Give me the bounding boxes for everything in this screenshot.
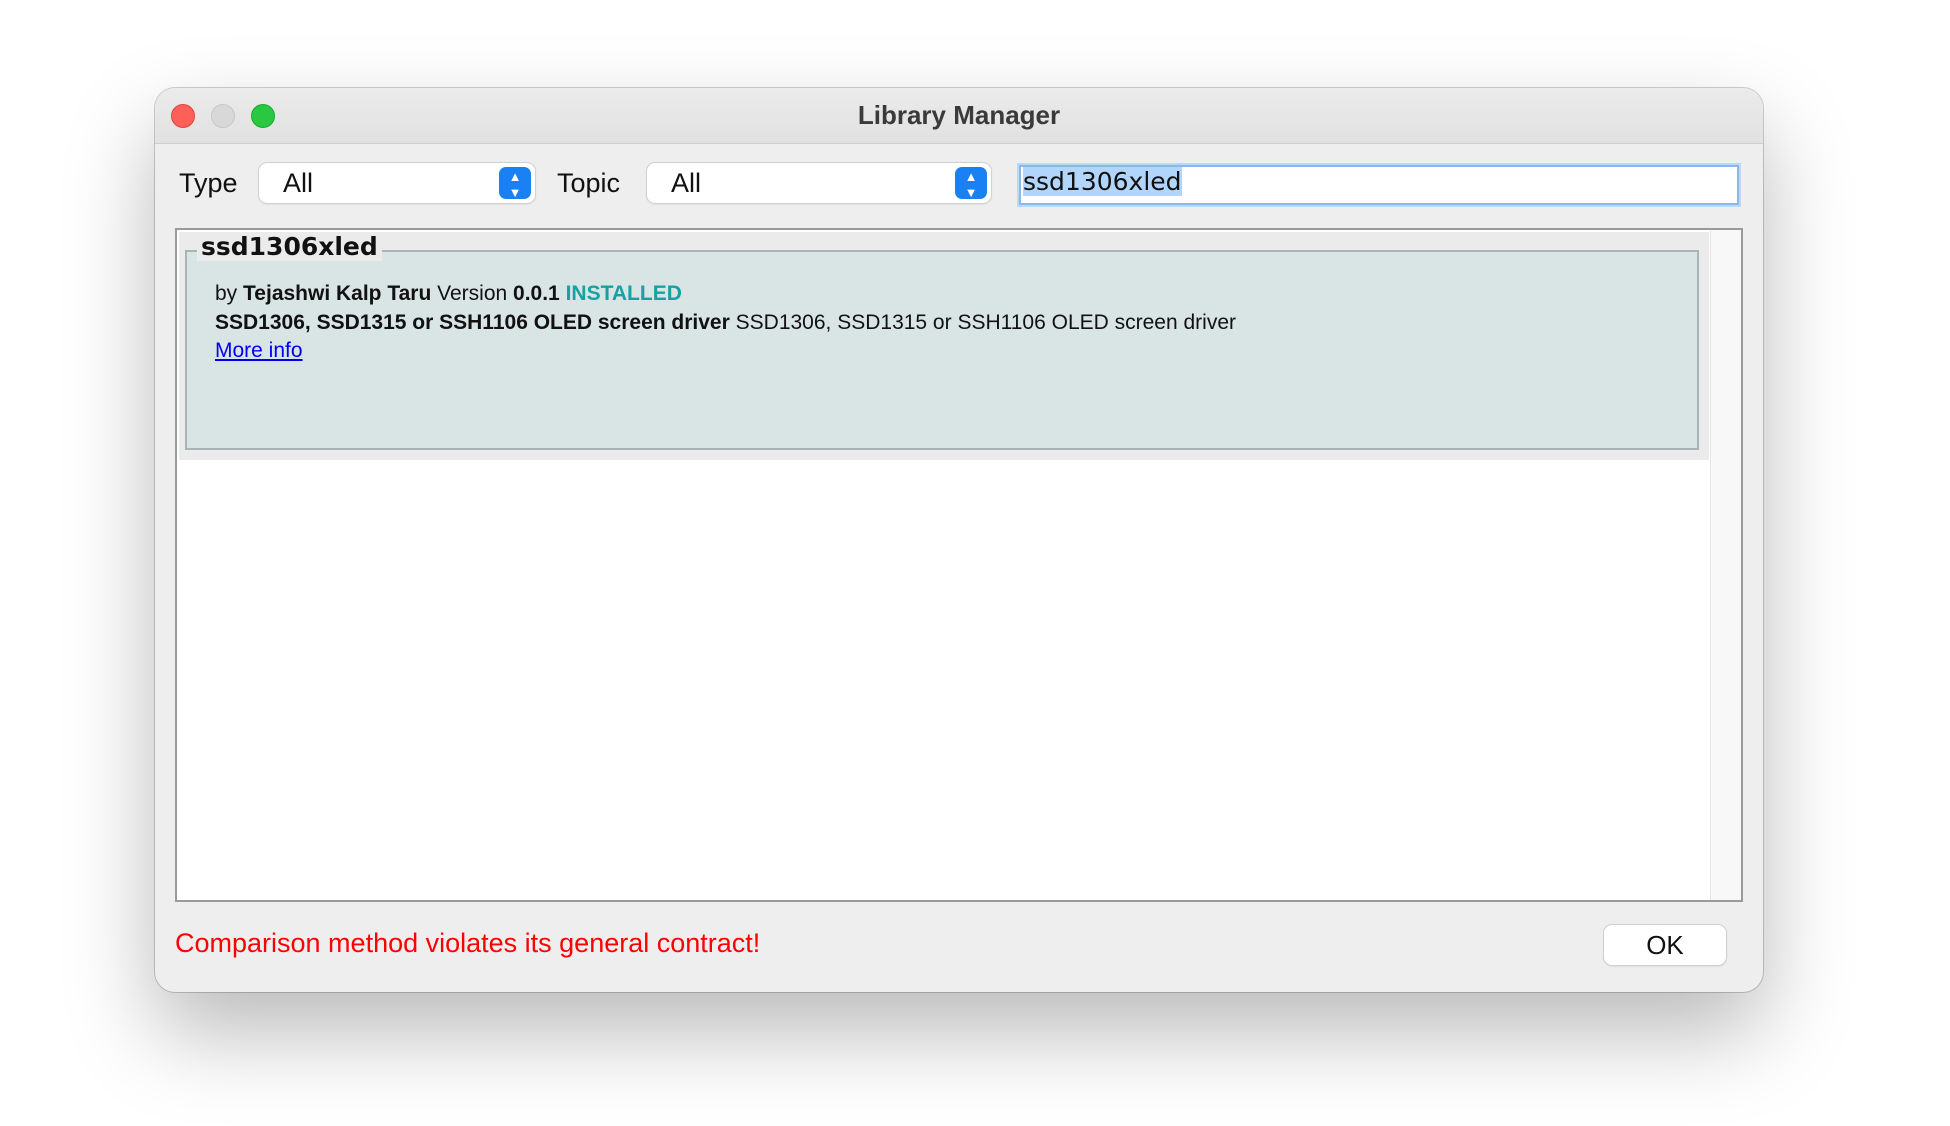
- more-info-link[interactable]: More info: [215, 339, 303, 362]
- by-label: by: [215, 282, 238, 305]
- library-name: ssd1306xled: [197, 232, 382, 261]
- type-select[interactable]: All ▲ ▼: [259, 163, 535, 203]
- more-info-line: More info: [215, 339, 303, 363]
- list-item[interactable]: by Tejashwi Kalp Taru Version 0.0.1 INST…: [179, 232, 1709, 460]
- window-title: Library Manager: [857, 100, 1061, 130]
- vertical-scrollbar[interactable]: [1710, 230, 1741, 900]
- topic-label: Topic: [557, 168, 621, 198]
- type-select-value: All: [283, 168, 314, 198]
- library-paragraph: SSD1306, SSD1315 or SSH1106 OLED screen …: [735, 311, 1237, 334]
- library-version: 0.0.1: [513, 282, 560, 305]
- version-label: Version: [437, 282, 508, 305]
- select-chevron-icon: ▲ ▼: [955, 167, 987, 199]
- search-input-selected-text: ssd1306xled: [1023, 167, 1182, 196]
- installed-badge: INSTALLED: [565, 282, 682, 305]
- library-author-line: by Tejashwi Kalp Taru Version 0.0.1 INST…: [215, 282, 682, 306]
- topic-select-value: All: [671, 168, 702, 198]
- type-label: Type: [179, 168, 238, 198]
- topic-select[interactable]: All ▲ ▼: [647, 163, 991, 203]
- library-author: Tejashwi Kalp Taru: [243, 282, 432, 305]
- library-description: SSD1306, SSD1315 or SSH1106 OLED screen …: [215, 311, 1236, 335]
- library-sentence: SSD1306, SSD1315 or SSH1106 OLED screen …: [215, 311, 730, 334]
- title-bar[interactable]: Library Manager: [155, 88, 1763, 144]
- ok-button[interactable]: OK: [1604, 925, 1726, 965]
- error-message: Comparison method violates its general c…: [175, 928, 761, 958]
- library-entry[interactable]: by Tejashwi Kalp Taru Version 0.0.1 INST…: [185, 250, 1699, 450]
- select-chevron-icon: ▲ ▼: [499, 167, 531, 199]
- library-list[interactable]: by Tejashwi Kalp Taru Version 0.0.1 INST…: [175, 228, 1743, 902]
- search-input[interactable]: ssd1306xled: [1019, 165, 1739, 205]
- library-manager-window: Library Manager Type All ▲ ▼ Topic All ▲ ▼…: [155, 88, 1763, 992]
